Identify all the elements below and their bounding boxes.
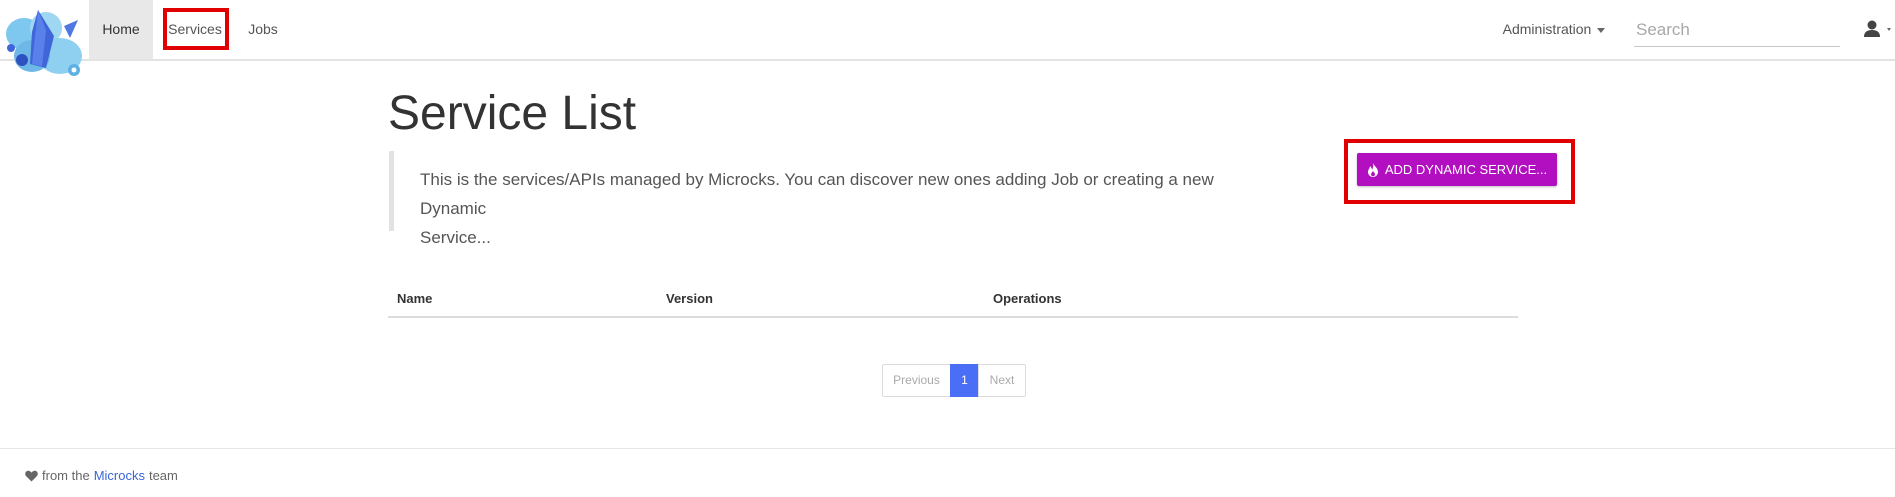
- heart-icon: [25, 470, 38, 481]
- nav-jobs[interactable]: Jobs: [245, 0, 281, 59]
- pagination-page-1[interactable]: 1: [950, 364, 979, 397]
- add-dynamic-service-label: ADD DYNAMIC SERVICE...: [1384, 162, 1548, 177]
- nav-services[interactable]: Services: [160, 0, 230, 59]
- pagination-next[interactable]: Next: [978, 364, 1026, 397]
- column-name[interactable]: Name: [397, 291, 432, 306]
- description-line-2: Service...: [420, 228, 491, 247]
- search-input[interactable]: [1634, 14, 1840, 47]
- nav-home[interactable]: Home: [89, 0, 153, 59]
- column-operations[interactable]: Operations: [993, 291, 1062, 306]
- fire-icon: [1367, 162, 1378, 177]
- administration-dropdown[interactable]: Administration: [1500, 0, 1608, 59]
- pagination-previous[interactable]: Previous: [882, 364, 951, 397]
- footer-suffix: team: [148, 468, 178, 483]
- footer-microcks-link[interactable]: Microcks: [94, 468, 145, 483]
- microcks-logo[interactable]: [2, 6, 88, 82]
- page-title: Service List: [388, 87, 637, 140]
- service-table-header: Name Version Operations: [388, 283, 1518, 318]
- footer-prefix: from the: [42, 468, 90, 483]
- user-menu[interactable]: [1862, 18, 1892, 42]
- description-blockquote: This is the services/APIs managed by Mic…: [389, 151, 1269, 247]
- logo-icon: [6, 10, 82, 76]
- column-version[interactable]: Version: [666, 291, 713, 306]
- top-navbar: Home Services Jobs Administration: [0, 0, 1895, 61]
- caret-down-icon: [1597, 27, 1606, 33]
- add-dynamic-service-button[interactable]: ADD DYNAMIC SERVICE...: [1357, 153, 1557, 186]
- administration-label: Administration: [1502, 21, 1592, 37]
- user-icon: [1864, 20, 1891, 37]
- footer-divider: [0, 448, 1895, 449]
- footer: from the Microcks team: [25, 468, 178, 483]
- description-line-1: This is the services/APIs managed by Mic…: [420, 170, 1214, 218]
